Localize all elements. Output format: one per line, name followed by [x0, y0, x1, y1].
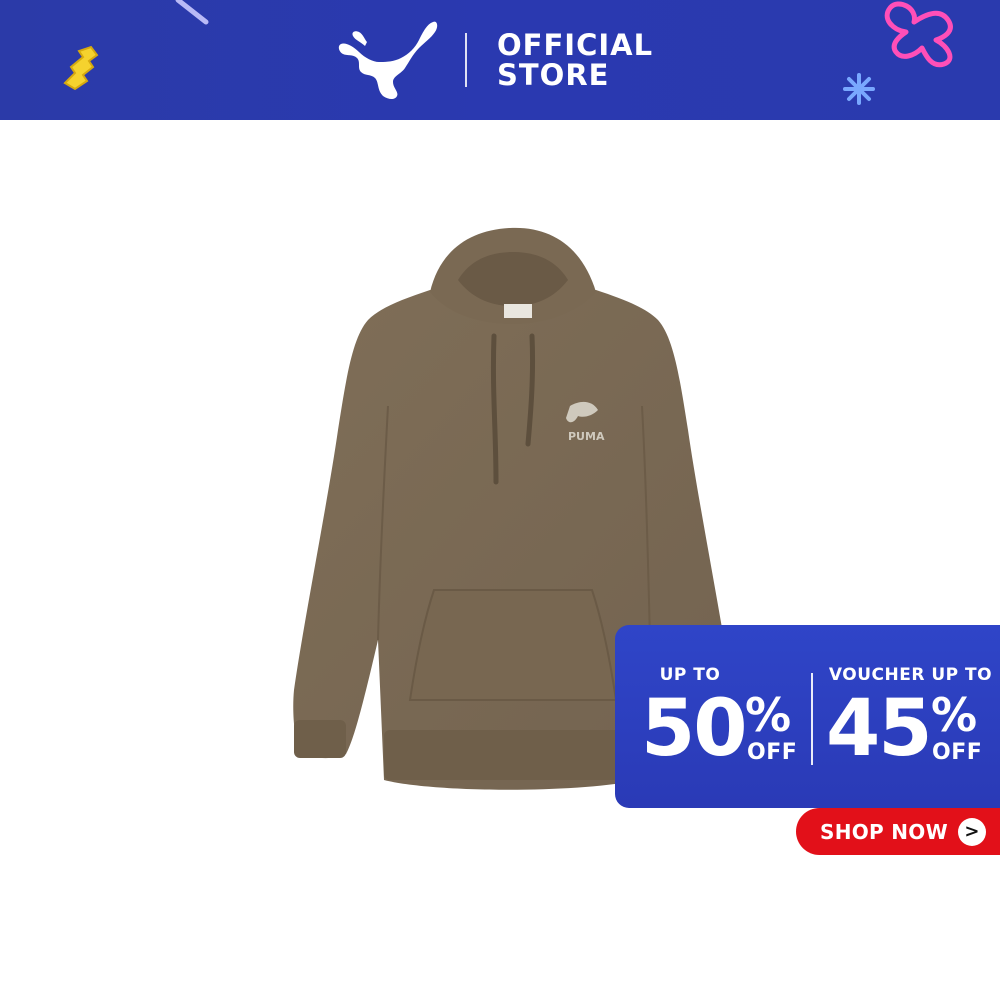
shop-now-label: SHOP NOW: [820, 819, 948, 844]
yellow-zigzag-icon: [63, 45, 99, 91]
puma-cat-logo-icon: [338, 21, 438, 99]
store-header-banner: OFFICIAL STORE: [0, 0, 1000, 120]
light-streak-icon: [175, 0, 209, 25]
chest-logo-text: PUMA: [568, 430, 605, 443]
promo-banner[interactable]: UP TO 50 % OFF VOUCHER UP TO 45 % OFF: [615, 625, 1000, 808]
arrow-right-icon: >: [957, 817, 986, 846]
discount-percent-sign: %: [745, 688, 792, 742]
shop-now-button[interactable]: SHOP NOW >: [796, 808, 1000, 855]
store-line-1: OFFICIAL: [497, 28, 654, 62]
discount-offer: UP TO 50 % OFF: [615, 625, 810, 808]
official-store-label: OFFICIAL STORE: [497, 30, 653, 90]
voucher-off-label: OFF: [932, 740, 983, 765]
pink-squiggle-icon: [884, 1, 953, 68]
promo-divider: [811, 673, 813, 765]
brand-divider: [465, 33, 467, 87]
blue-star-icon: [843, 73, 875, 105]
voucher-percent-sign: %: [931, 688, 978, 742]
voucher-label: VOUCHER UP TO: [828, 665, 993, 685]
discount-value: 50: [641, 684, 748, 774]
store-line-2: STORE: [497, 58, 610, 92]
voucher-offer: VOUCHER UP TO 45 % OFF: [818, 625, 1000, 808]
voucher-value: 45: [826, 684, 933, 774]
discount-off-label: OFF: [747, 740, 798, 765]
official-store-brand: OFFICIAL STORE: [335, 18, 653, 102]
discount-label: UP TO: [659, 665, 721, 685]
